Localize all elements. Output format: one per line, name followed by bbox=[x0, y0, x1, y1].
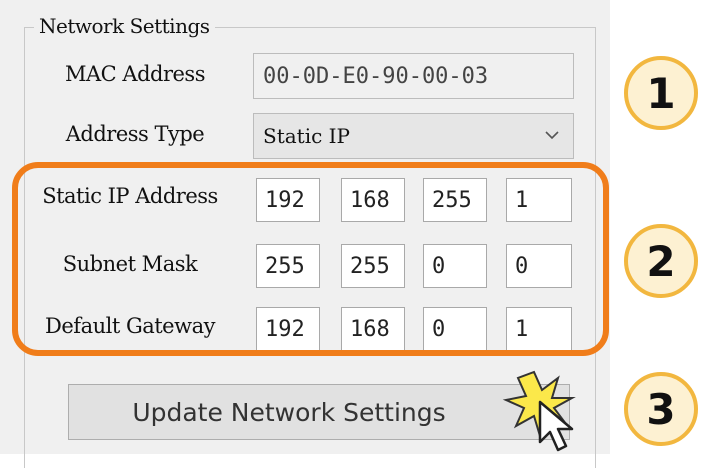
ip-settings-highlight bbox=[12, 162, 609, 356]
click-indicator bbox=[500, 364, 590, 454]
address-type-label: Address Type bbox=[65, 122, 205, 146]
step-2-badge: 2 bbox=[624, 224, 698, 298]
address-type-value: Static IP bbox=[263, 124, 351, 148]
step-1-badge: 1 bbox=[624, 56, 698, 130]
update-network-settings-button[interactable]: Update Network Settings bbox=[68, 384, 570, 440]
mac-address-label: MAC Address bbox=[65, 62, 205, 86]
mac-address-field: 00-0D-E0-90-00-03 bbox=[253, 53, 574, 99]
step-3-badge: 3 bbox=[624, 372, 698, 446]
group-title: Network Settings bbox=[34, 14, 215, 38]
address-type-select[interactable]: Static IP bbox=[253, 113, 574, 159]
chevron-down-icon bbox=[545, 131, 559, 140]
